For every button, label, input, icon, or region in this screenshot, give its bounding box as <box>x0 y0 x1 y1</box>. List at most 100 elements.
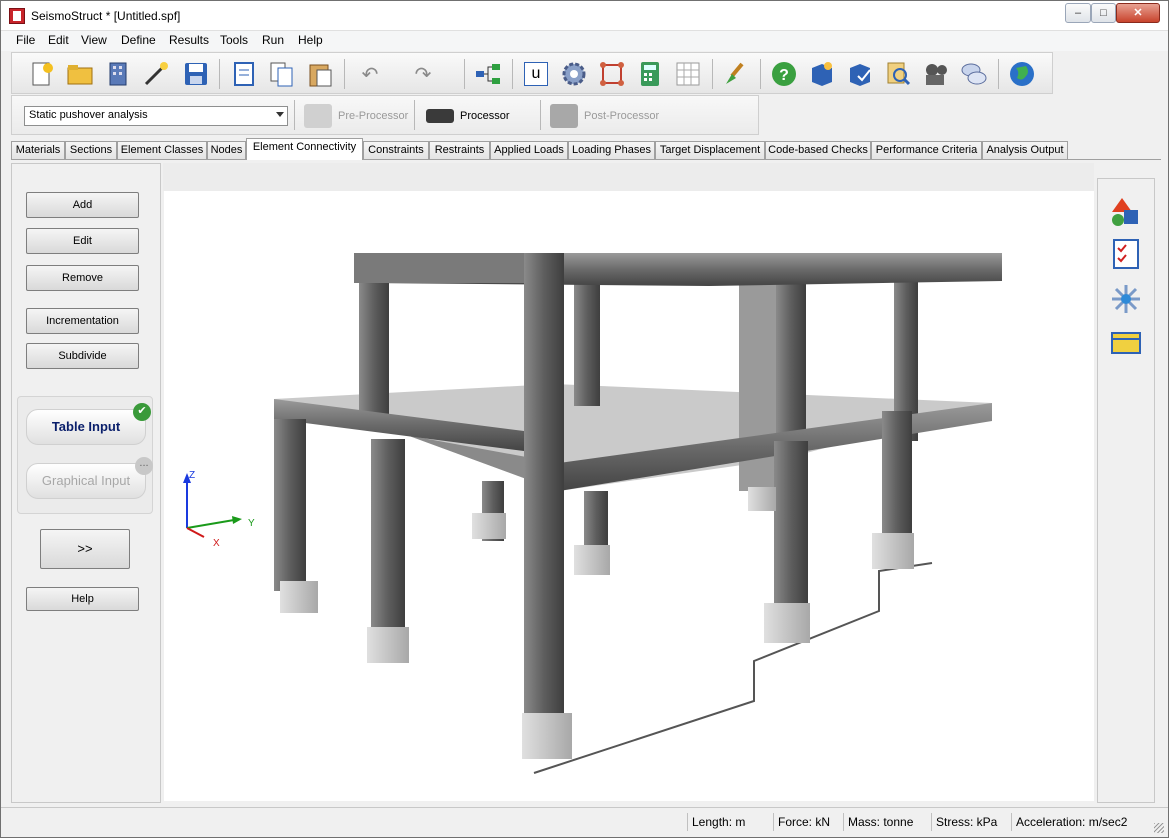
svg-text:?: ? <box>779 67 789 84</box>
footing <box>367 627 409 663</box>
status-mass: Mass: tonne <box>843 813 931 831</box>
input-mode-group: Table Input ✔ Graphical Input ... <box>17 396 153 514</box>
shapes-icon[interactable] <box>1110 196 1142 228</box>
manual-book-icon[interactable] <box>806 58 838 90</box>
incrementation-button[interactable]: Incrementation <box>26 308 139 334</box>
processor-button[interactable]: Processor <box>426 100 510 132</box>
tab-target-displacement[interactable]: Target Displacement <box>655 141 765 160</box>
footing <box>280 581 318 613</box>
paste-icon[interactable] <box>304 58 336 90</box>
tab-applied-loads[interactable]: Applied Loads <box>490 141 568 160</box>
website-globe-icon[interactable] <box>1006 58 1038 90</box>
search-icon[interactable] <box>882 58 914 90</box>
analysis-type-select[interactable]: Static pushover analysis <box>24 106 288 126</box>
subdivide-button[interactable]: Subdivide <box>26 343 139 369</box>
analysis-type-value: Static pushover analysis <box>29 109 148 121</box>
pre-processor-button[interactable]: Pre-Processor <box>304 100 408 132</box>
menu-results[interactable]: Results <box>167 33 211 47</box>
post-processor-icon <box>550 104 578 128</box>
column-edge-right <box>882 411 912 541</box>
toolbar-separator <box>998 59 999 89</box>
menu-tools[interactable]: Tools <box>218 33 250 47</box>
tree-icon[interactable] <box>472 58 504 90</box>
settings-gear-icon[interactable] <box>558 58 590 90</box>
calculator-icon[interactable] <box>634 58 666 90</box>
tab-loading-phases[interactable]: Loading Phases <box>568 141 655 160</box>
video-icon[interactable] <box>920 58 952 90</box>
units-button[interactable]: u <box>520 58 552 90</box>
add-button[interactable]: Add <box>26 192 139 218</box>
new-file-icon[interactable] <box>26 58 58 90</box>
menu-run[interactable]: Run <box>260 33 286 47</box>
footing <box>764 603 810 643</box>
table-input-button[interactable]: Table Input <box>26 409 146 445</box>
post-processor-button[interactable]: Post-Processor <box>550 100 659 132</box>
checklist-icon[interactable] <box>1110 238 1142 270</box>
redo-icon[interactable]: ↷ <box>407 58 439 90</box>
footing <box>872 533 914 569</box>
tab-nodes[interactable]: Nodes <box>207 141 246 160</box>
tab-code-based-checks[interactable]: Code-based Checks <box>765 141 871 160</box>
footing <box>574 545 610 575</box>
status-bar: Length: m Force: kN Mass: tonne Stress: … <box>1 807 1168 837</box>
3d-viewport[interactable]: Z Y X <box>164 191 1094 801</box>
help-icon[interactable]: ? <box>768 58 800 90</box>
toolbar-separator <box>464 59 465 89</box>
edit-button[interactable]: Edit <box>26 228 139 254</box>
roof-beam-left <box>354 253 539 283</box>
magic-wand-icon[interactable] <box>140 58 172 90</box>
menu-help[interactable]: Help <box>296 33 325 47</box>
post-processor-label: Post-Processor <box>584 110 660 122</box>
menu-define[interactable]: Define <box>119 33 158 47</box>
tab-analysis-output[interactable]: Analysis Output <box>982 141 1068 160</box>
mode-separator <box>540 100 541 130</box>
tab-sections[interactable]: Sections <box>65 141 117 160</box>
footing <box>522 713 572 759</box>
maximize-button[interactable]: □ <box>1091 3 1116 23</box>
model-check-icon[interactable] <box>596 58 628 90</box>
tab-restraints[interactable]: Restraints <box>429 141 490 160</box>
paint-brush-icon[interactable] <box>720 58 752 90</box>
graphical-input-button[interactable]: Graphical Input <box>26 463 146 499</box>
resize-grip[interactable] <box>1154 823 1164 833</box>
checkmark-icon: ✔ <box>133 403 151 421</box>
copy-icon[interactable] <box>266 58 298 90</box>
column-back-mid <box>574 276 600 406</box>
expand-panel-button[interactable]: >> <box>40 529 130 569</box>
menu-file[interactable]: File <box>14 33 37 47</box>
app-window: SeismoStruct * [Untitled.spf] – □ ✕ File… <box>0 0 1169 838</box>
close-button[interactable]: ✕ <box>1116 3 1160 23</box>
menu-view[interactable]: View <box>79 33 109 47</box>
menu-bar: File Edit View Define Results Tools Run … <box>1 31 1168 51</box>
save-icon[interactable] <box>180 58 212 90</box>
window-title: SeismoStruct * [Untitled.spf] <box>31 9 181 23</box>
section-frame-icon[interactable] <box>1110 327 1142 359</box>
toolbar-separator <box>219 59 220 89</box>
status-stress: Stress: kPa <box>931 813 1011 831</box>
help-button[interactable]: Help <box>26 587 139 611</box>
menu-edit[interactable]: Edit <box>46 33 71 47</box>
status-acceleration: Acceleration: m/sec2 <box>1011 813 1156 831</box>
processor-label: Processor <box>460 110 510 122</box>
examples-book-icon[interactable] <box>844 58 876 90</box>
remove-button[interactable]: Remove <box>26 265 139 291</box>
toolbar-separator <box>512 59 513 89</box>
tab-element-connectivity[interactable]: Element Connectivity <box>246 138 363 160</box>
tab-materials[interactable]: Materials <box>11 141 65 160</box>
forum-icon[interactable] <box>958 58 990 90</box>
axis-gizmo: Z Y X <box>183 470 255 549</box>
node-star-icon[interactable] <box>1110 283 1142 315</box>
footing <box>748 487 776 511</box>
minimize-button[interactable]: – <box>1065 3 1091 23</box>
tab-element-classes[interactable]: Element Classes <box>117 141 207 160</box>
building-wizard-icon[interactable] <box>102 58 134 90</box>
grid-icon[interactable] <box>672 58 704 90</box>
y-axis-label: Y <box>248 518 255 529</box>
tab-constraints[interactable]: Constraints <box>363 141 429 160</box>
structure-model-view[interactable]: Z Y X <box>164 191 1094 801</box>
viewport-header <box>163 163 1094 191</box>
report-icon[interactable] <box>228 58 260 90</box>
tab-performance-criteria[interactable]: Performance Criteria <box>871 141 982 160</box>
open-folder-icon[interactable] <box>64 58 96 90</box>
undo-icon[interactable]: ↶ <box>354 58 386 90</box>
